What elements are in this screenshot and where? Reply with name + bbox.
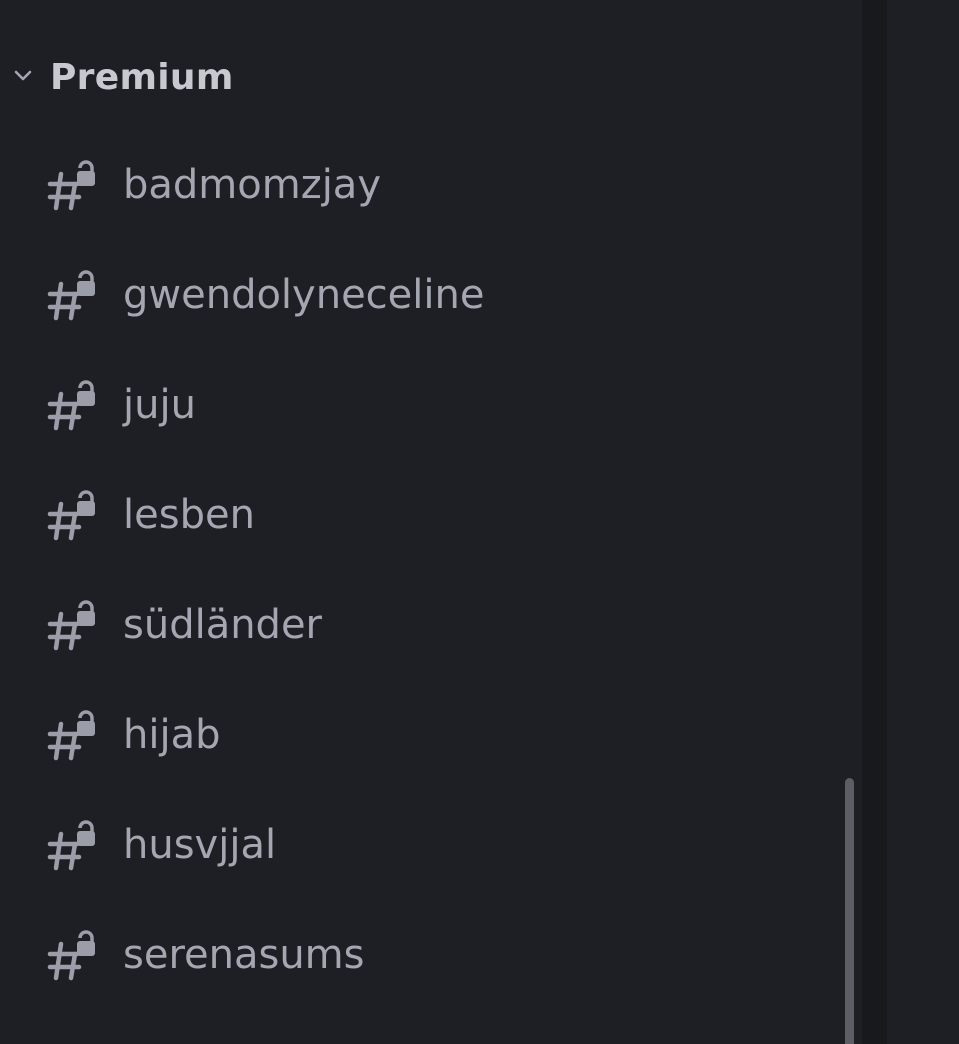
channel-name: gwendolyneceline (123, 272, 485, 318)
pane-divider (862, 0, 887, 1044)
channel-item[interactable]: lesben (0, 460, 840, 570)
app-window: Premium badmomzjay gwendolyneceline juju… (0, 0, 959, 1044)
channel-item[interactable]: serenasums (0, 900, 840, 1010)
channel-item[interactable]: badmomzjay (0, 130, 840, 240)
chevron-down-icon (14, 70, 32, 81)
locked-text-channel-icon (47, 160, 95, 211)
channel-item[interactable]: südländer (0, 570, 840, 680)
scrollbar-thumb[interactable] (845, 778, 854, 1044)
locked-text-channel-icon (47, 270, 95, 321)
channel-name: serenasums (123, 932, 365, 978)
channel-list: badmomzjay gwendolyneceline juju lesben … (0, 130, 840, 1010)
channel-item[interactable]: gwendolyneceline (0, 240, 840, 350)
channel-item[interactable]: juju (0, 350, 840, 460)
channel-name: hijab (123, 712, 221, 758)
channel-sidebar: Premium badmomzjay gwendolyneceline juju… (0, 0, 862, 1044)
locked-text-channel-icon (47, 710, 95, 761)
locked-text-channel-icon (47, 930, 95, 981)
channel-name: juju (123, 382, 196, 428)
channel-name: husvjjal (123, 822, 277, 868)
channel-name: südländer (123, 602, 323, 648)
locked-text-channel-icon (47, 820, 95, 871)
locked-text-channel-icon (47, 380, 95, 431)
locked-text-channel-icon (47, 600, 95, 651)
locked-text-channel-icon (47, 490, 95, 541)
main-pane-edge (887, 0, 959, 1044)
channel-name: badmomzjay (123, 162, 381, 208)
category-header-premium[interactable]: Premium (0, 48, 600, 108)
channel-item[interactable]: husvjjal (0, 790, 840, 900)
channel-name: lesben (123, 492, 255, 538)
channel-item[interactable]: hijab (0, 680, 840, 790)
category-title: Premium (50, 57, 234, 98)
